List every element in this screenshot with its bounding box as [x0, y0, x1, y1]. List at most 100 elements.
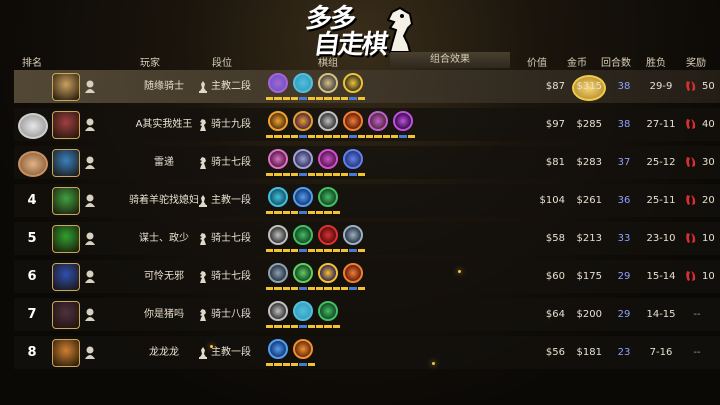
unit-star-bar [266, 363, 290, 366]
unit-icon[interactable] [268, 225, 288, 245]
unit-icon[interactable] [293, 149, 313, 169]
unit-star-bar [291, 173, 315, 176]
unit-icon[interactable] [268, 111, 288, 131]
avatar[interactable] [52, 73, 80, 101]
unit-icon[interactable] [268, 187, 288, 207]
candy-icon [686, 81, 696, 91]
reward-amount: 40 [702, 119, 715, 130]
win-loss: 25-12 [646, 157, 676, 168]
unit-icon[interactable] [318, 225, 338, 245]
avatar[interactable] [52, 111, 80, 139]
rounds-count: 33 [617, 233, 631, 244]
unit-star-bar [291, 97, 315, 100]
player-row[interactable]: 6 可怜无邪 骑士七段 $60 $175 29 15-14 10 [14, 260, 720, 293]
unit-icon[interactable] [343, 149, 363, 169]
unit-icon[interactable] [268, 73, 288, 93]
unit-icon[interactable] [268, 301, 288, 321]
win-loss: 23-10 [646, 233, 676, 244]
unit-star-bar [316, 287, 340, 290]
player-row[interactable]: 5 谋士、政少 骑士七段 $58 $213 33 23-10 10 [14, 222, 720, 255]
player-tier: 主教一段 [211, 195, 251, 206]
logo-text-line1: 多多 [303, 4, 357, 34]
unit-star-bar [366, 135, 390, 138]
player-head-icon [85, 118, 95, 131]
unit-icon[interactable] [343, 73, 363, 93]
rank-number: 4 [27, 193, 37, 208]
board-value: $56 [545, 347, 565, 358]
reward-amount: 30 [702, 157, 715, 168]
unit-icon[interactable] [318, 187, 338, 207]
player-row[interactable]: 4 骑着羊驼找媳妇 主教一段 $104 $261 36 25-11 20 [14, 184, 720, 217]
header-wl: 胜负 [646, 58, 666, 69]
unit-icon[interactable] [293, 339, 313, 359]
rounds-count: 36 [617, 195, 631, 206]
unit-star-bar [266, 173, 290, 176]
unit-star-bar [291, 211, 315, 214]
header-units: 棋组 [318, 58, 338, 69]
chess-knight-icon [386, 6, 414, 53]
win-loss: 27-11 [646, 119, 676, 130]
player-row[interactable]: 8 龙龙龙 主教一段 $56 $181 23 7-16 -- [14, 336, 720, 369]
unit-icon[interactable] [318, 111, 338, 131]
spark-decoration [458, 270, 461, 273]
player-row[interactable]: 雷递 骑士七段 $81 $283 37 25-12 30 [14, 146, 720, 179]
unit-star-bar [316, 173, 340, 176]
unit-icon[interactable] [318, 73, 338, 93]
unit-icon[interactable] [393, 111, 413, 131]
win-loss: 29-9 [649, 81, 673, 92]
player-row[interactable]: 7 你是猪吗 骑士八段 $64 $200 29 14-15 -- [14, 298, 720, 331]
unit-icon[interactable] [343, 111, 363, 131]
player-head-icon [85, 270, 95, 283]
header-combo-tab[interactable]: 组合效果 [390, 52, 510, 68]
win-loss: 15-14 [646, 271, 676, 282]
avatar[interactable] [52, 263, 80, 291]
rounds-count: 23 [617, 347, 631, 358]
avatar[interactable] [52, 225, 80, 253]
unit-icon[interactable] [293, 301, 313, 321]
bishop-icon [199, 195, 207, 207]
unit-icon[interactable] [343, 225, 363, 245]
avatar[interactable] [52, 301, 80, 329]
bishop-icon [199, 81, 207, 93]
unit-icon[interactable] [293, 225, 313, 245]
unit-star-bar [266, 325, 290, 328]
player-tier: 骑士七段 [211, 233, 251, 244]
player-head-icon [85, 346, 95, 359]
reward-amount: -- [693, 309, 701, 320]
gold-amount: $181 [576, 347, 602, 358]
knight-icon [200, 157, 206, 169]
player-row[interactable]: 随缘骑士 主教二段 $87 $315 38 29-9 50 [14, 70, 720, 103]
unit-star-bar [266, 135, 290, 138]
unit-icon[interactable] [318, 301, 338, 321]
unit-icon[interactable] [318, 149, 338, 169]
unit-icon[interactable] [293, 187, 313, 207]
avatar[interactable] [52, 339, 80, 367]
unit-star-bar [316, 97, 340, 100]
header-reward: 奖励 [686, 58, 706, 69]
unit-icon[interactable] [268, 149, 288, 169]
player-tier: 主教一段 [211, 347, 251, 358]
unit-icon[interactable] [343, 263, 363, 283]
gold-amount: $213 [576, 233, 602, 244]
unit-star-bar [316, 325, 340, 328]
candy-icon [686, 233, 696, 243]
player-row[interactable]: A其实我姓王 骑士九段 $97 $285 38 27-11 40 [14, 108, 720, 141]
unit-icon[interactable] [293, 263, 313, 283]
scoreboard-header: 排名 玩家 段位 棋组 组合效果 价值 金币 回合数 胜负 奖励 [0, 52, 720, 69]
unit-star-bar [291, 135, 315, 138]
unit-icon[interactable] [368, 111, 388, 131]
unit-icon[interactable] [268, 263, 288, 283]
avatar[interactable] [52, 149, 80, 177]
gold-amount: $200 [576, 309, 602, 320]
unit-icon[interactable] [268, 339, 288, 359]
unit-icon[interactable] [293, 73, 313, 93]
player-head-icon [85, 308, 95, 321]
unit-icon[interactable] [293, 111, 313, 131]
unit-icon[interactable] [318, 263, 338, 283]
rounds-count: 37 [617, 157, 631, 168]
avatar[interactable] [52, 187, 80, 215]
unit-star-bar [266, 249, 290, 252]
candy-icon [686, 157, 696, 167]
reward-amount: 50 [702, 81, 715, 92]
player-tier: 骑士九段 [211, 119, 251, 130]
